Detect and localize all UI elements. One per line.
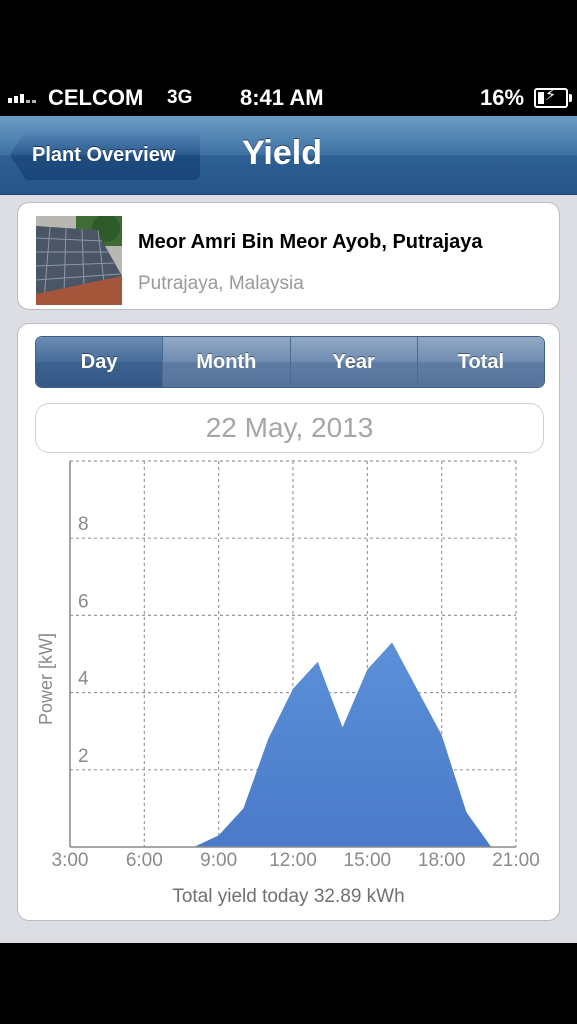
plant-name: Meor Amri Bin Meor Ayob, Putrajaya (138, 231, 483, 253)
back-button[interactable]: Plant Overview (10, 130, 200, 180)
x-tick-label: 21:00 (492, 850, 540, 871)
page-title: Yield (242, 134, 322, 172)
x-tick-label: 3:00 (52, 850, 89, 871)
x-tick-label: 18:00 (418, 850, 466, 871)
y-tick-label: 2 (78, 746, 89, 767)
y-tick-label: 4 (78, 669, 89, 690)
x-tick-label: 6:00 (126, 850, 163, 871)
plant-card[interactable]: Meor Amri Bin Meor Ayob, Putrajaya Putra… (17, 202, 560, 310)
period-segmented-control: Day Month Year Total (35, 336, 545, 388)
plant-photo (36, 216, 122, 305)
yield-chart-card: Day Month Year Total 22 May, 2013 2 4 6 8 10… (17, 323, 560, 921)
y-axis-label: Power [kW] (36, 633, 56, 725)
x-tick-label: 15:00 (344, 850, 392, 871)
y-tick-label: 6 (78, 591, 89, 612)
network-type: 3G (167, 87, 193, 108)
yield-area (193, 642, 492, 847)
signal-bars-icon (8, 94, 36, 103)
tab-day[interactable]: Day (36, 337, 163, 387)
total-yield-summary: Total yield today 32.89 kWh (172, 886, 405, 907)
tab-total[interactable]: Total (416, 337, 544, 387)
plant-location: Putrajaya, Malaysia (138, 273, 304, 294)
yield-chart: 2 4 6 8 10 3:00 6:00 9:00 12:00 15:00 18:00 21:00 Po… (36, 454, 540, 871)
status-bar: CELCOM 3G 8:41 AM 16% ⚡ (0, 80, 577, 116)
battery-percent: 16% (480, 85, 525, 110)
y-tick-label: 8 (78, 514, 89, 535)
date-selector[interactable]: 22 May, 2013 (35, 403, 544, 453)
tab-month[interactable]: Month (162, 337, 290, 387)
x-tick-label: 12:00 (269, 850, 317, 871)
carrier-name: CELCOM (48, 85, 144, 110)
battery-charging-icon: ⚡ (534, 88, 572, 108)
status-time: 8:41 AM (240, 85, 324, 110)
navigation-bar: Plant Overview Yield (0, 116, 577, 195)
tab-year[interactable]: Year (289, 337, 417, 387)
x-tick-label: 9:00 (200, 850, 237, 871)
content-area: Meor Amri Bin Meor Ayob, Putrajaya Putra… (0, 195, 577, 943)
y-tick-label: 10 (78, 454, 99, 458)
